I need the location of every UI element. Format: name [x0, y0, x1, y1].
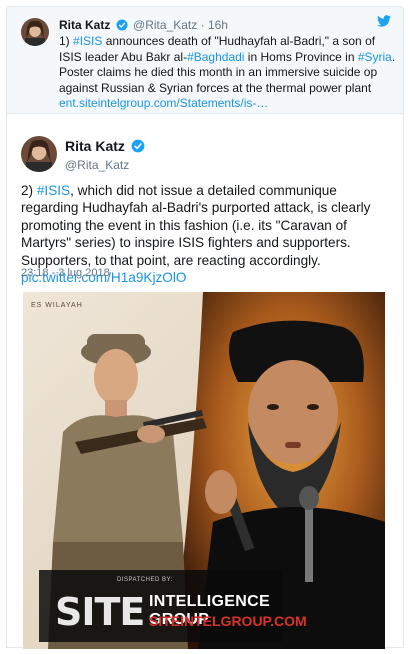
author-handle[interactable]: @Rita_Katz — [133, 18, 197, 32]
hashtag-link[interactable]: #ISIS — [37, 183, 70, 198]
watermark-url: SITEINTELGROUP.COM — [149, 613, 307, 629]
author-name[interactable]: Rita Katz — [65, 138, 125, 154]
avatar[interactable] — [21, 18, 49, 46]
tweet-timestamp[interactable]: 23:18 - 3 lug 2018 — [21, 267, 110, 279]
reply-tweet-text: 1) #ISIS announces death of "Hudhayfah a… — [59, 34, 397, 112]
tweet-media-image[interactable]: ES WILAYAH DISPATCHED BY: SITE INTELLIGE… — [23, 292, 385, 649]
verified-badge-icon — [116, 19, 128, 31]
verified-badge-icon — [131, 139, 145, 153]
tweet-text-segment: 1) — [59, 34, 74, 48]
author-handle[interactable]: @Rita_Katz — [65, 157, 147, 173]
tweet-text-segment: 2) — [21, 183, 37, 198]
poster-corner-text: ES WILAYAH — [31, 302, 83, 309]
watermark-brand: SITE — [55, 590, 145, 634]
tweet-text-segment: , which did not issue a detailed communi… — [21, 183, 371, 268]
separator: · — [200, 18, 205, 32]
reply-header: Rita Katz @Rita_Katz · 16h — [59, 17, 228, 33]
url-link[interactable]: ent.siteintelgroup.com/Statements/is-… — [59, 96, 268, 110]
avatar[interactable] — [21, 136, 57, 172]
time-ago[interactable]: 16h — [208, 18, 228, 32]
hashtag-link[interactable]: #Baghdadi — [187, 50, 244, 64]
reply-tweet[interactable]: Rita Katz @Rita_Katz · 16h 1) #ISIS anno… — [6, 6, 404, 114]
author-block: Rita Katz @Rita_Katz — [65, 138, 147, 173]
author-name[interactable]: Rita Katz — [59, 18, 110, 32]
tweet-text-segment: in Homs Province in — [244, 49, 358, 64]
twitter-bird-icon[interactable] — [377, 15, 391, 27]
hashtag-link[interactable]: #ISIS — [73, 34, 102, 48]
hashtag-link[interactable]: #Syria — [358, 50, 392, 64]
site-watermark: DISPATCHED BY: SITE INTELLIGENCE GROUP S… — [39, 570, 307, 642]
watermark-dispatched: DISPATCHED BY: — [117, 577, 173, 583]
